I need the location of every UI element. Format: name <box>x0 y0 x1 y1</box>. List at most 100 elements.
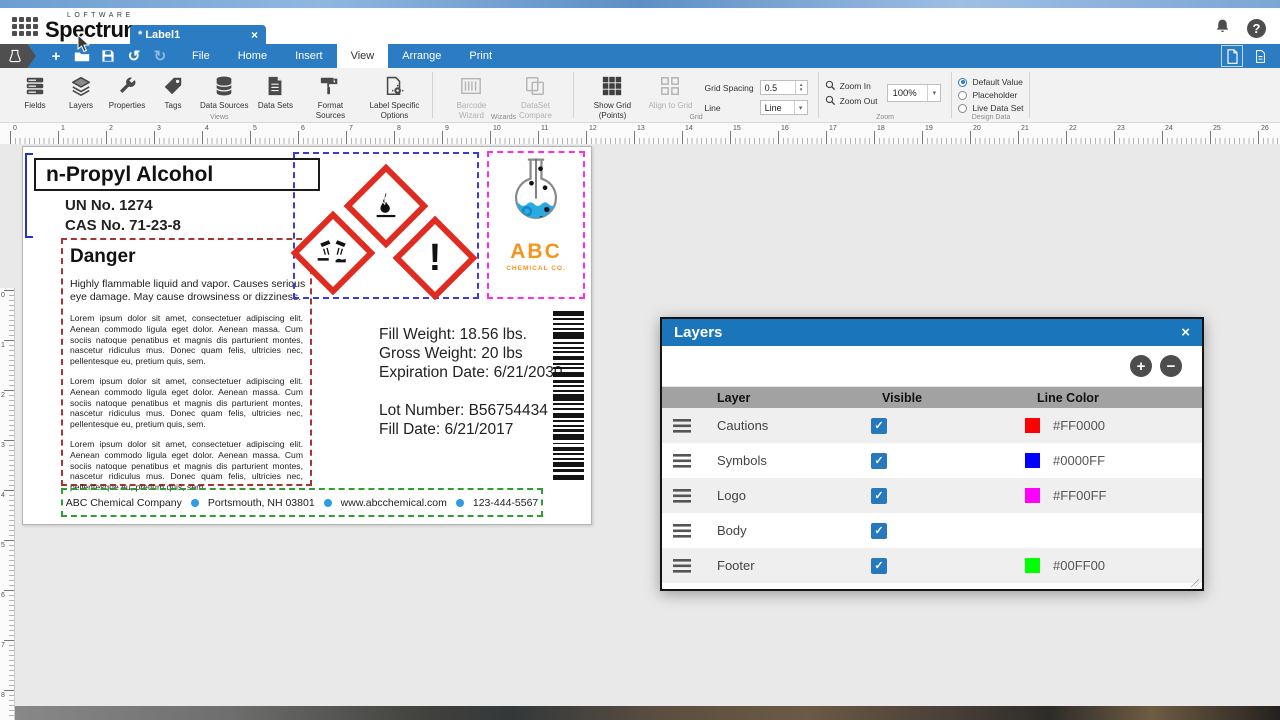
bullet-dot-icon <box>191 499 199 507</box>
remove-layer-button[interactable]: − <box>1160 355 1182 377</box>
align-to-grid-button[interactable]: Align to Grid <box>644 72 696 113</box>
layer-color-swatch[interactable] <box>1025 418 1040 433</box>
open-folder-button[interactable] <box>72 47 92 65</box>
add-layer-button[interactable]: + <box>1130 355 1152 377</box>
group-label-grid: Grid <box>574 114 817 121</box>
barcode-bar <box>553 475 584 481</box>
save-button[interactable] <box>98 47 118 65</box>
layer-name: Footer <box>702 558 867 573</box>
layer-visible-checkbox[interactable]: ✓ <box>871 523 887 539</box>
grid-spacing-input[interactable]: 0.5 ▲▼ <box>760 80 808 95</box>
spinner-arrows-icon[interactable]: ▲▼ <box>795 81 807 94</box>
fields-button-label: Fields <box>24 101 45 111</box>
data-sets-button-label: Data Sets <box>258 101 293 111</box>
layer-color-swatch[interactable] <box>1025 558 1040 573</box>
flame-icon <box>369 189 403 223</box>
undo-button[interactable]: ↺ <box>124 47 144 65</box>
notifications-bell-icon[interactable] <box>1214 17 1231 40</box>
menu-item-view[interactable]: View <box>337 44 389 68</box>
layer-color-swatch[interactable] <box>1025 488 1040 503</box>
ruler-number: 17 <box>829 125 837 132</box>
layer-name: Body <box>702 523 867 538</box>
layer-visible-checkbox[interactable]: ✓ <box>871 453 887 469</box>
ruler-number: 18 <box>877 125 885 132</box>
ruler-number: 9 <box>445 125 449 132</box>
layer-row-body[interactable]: Body ✓ <box>662 513 1202 548</box>
barcode-bar <box>553 318 584 320</box>
selection-bracket <box>25 153 33 238</box>
drag-handle-icon[interactable] <box>662 489 702 503</box>
radio-icon[interactable] <box>958 78 967 87</box>
group-separator <box>1029 72 1030 118</box>
layer-row-cautions[interactable]: Cautions✓#FF0000 <box>662 408 1202 443</box>
layer-visible-checkbox[interactable]: ✓ <box>871 488 887 504</box>
design-data-option-0[interactable]: Default Value <box>958 77 1023 87</box>
drag-handle-icon[interactable] <box>662 524 702 538</box>
menu-item-print[interactable]: Print <box>455 44 506 68</box>
layer-color-value: #FF00FF <box>1053 488 1106 503</box>
ruler-number: 4 <box>205 125 209 132</box>
line-label: Line <box>705 103 754 113</box>
drag-handle-icon[interactable] <box>662 559 702 573</box>
body-layer-region[interactable]: Fill Weight: 18.56 lbs.Gross Weight: 20 … <box>379 325 563 439</box>
document-icon-2[interactable] <box>1250 46 1270 66</box>
document-icon-1[interactable] <box>1222 46 1242 66</box>
menu-item-file[interactable]: File <box>178 44 224 68</box>
cautions-layer-region[interactable]: Danger Highly flammable liquid and vapor… <box>61 238 312 486</box>
barcode-bar <box>553 429 584 432</box>
document-tab[interactable]: * Label1 × <box>130 25 266 44</box>
design-data-option-label: Default Value <box>972 77 1022 87</box>
menu-item-home[interactable]: Home <box>224 44 281 68</box>
footer-layer-region[interactable]: ABC Chemical CompanyPortsmouth, NH 03801… <box>61 488 543 517</box>
design-data-option-1[interactable]: Placeholder <box>958 90 1023 100</box>
layer-row-logo[interactable]: Logo✓#FF00FF <box>662 478 1202 513</box>
label-title-field[interactable]: n-Propyl Alcohol <box>34 158 320 191</box>
drag-handle-icon[interactable] <box>662 454 702 468</box>
panel-resize-handle[interactable] <box>1191 579 1199 587</box>
layer-color-swatch[interactable] <box>1025 453 1040 468</box>
signal-word: Danger <box>70 246 303 268</box>
ruler-number: 24 <box>1165 125 1173 132</box>
align-grid-icon <box>659 74 681 98</box>
ruler-number: 8 <box>1 692 5 699</box>
vertical-ruler: 01234567891011 <box>0 288 15 720</box>
ruler-number: 23 <box>1117 125 1125 132</box>
barcode[interactable] <box>553 311 584 483</box>
un-cas-fields[interactable]: UN No. 1274 CAS No. 71-23-8 <box>65 196 181 236</box>
radio-icon[interactable] <box>958 104 967 113</box>
barcode-bar <box>553 367 584 369</box>
design-data-option-2[interactable]: Live Data Set <box>958 103 1023 113</box>
new-label-button[interactable]: + <box>46 47 66 65</box>
design-canvas[interactable]: 01234567891011 n-Propyl Alcohol UN No. 1… <box>0 144 1280 706</box>
radio-icon[interactable] <box>958 91 967 100</box>
zoom-level-select[interactable]: 100% ▾ <box>887 84 941 102</box>
tab-close-icon[interactable]: × <box>251 28 258 42</box>
ruler-number: 4 <box>1 492 5 499</box>
logo-subtext: CHEMICAL CO. <box>506 265 566 272</box>
line-type-select[interactable]: Line ▾ <box>760 100 808 115</box>
layer-row-symbols[interactable]: Symbols✓#0000FF <box>662 443 1202 478</box>
zoom-out-button[interactable]: Zoom Out <box>825 95 878 106</box>
menu-item-insert[interactable]: Insert <box>281 44 337 68</box>
barcode-bar <box>553 458 584 460</box>
logo-layer-region[interactable]: ABC CHEMICAL CO. <box>487 151 585 299</box>
layer-visible-checkbox[interactable]: ✓ <box>871 418 887 434</box>
redo-button[interactable]: ↻ <box>150 47 170 65</box>
layer-visible-checkbox[interactable]: ✓ <box>871 558 887 574</box>
label-sheet[interactable]: n-Propyl Alcohol UN No. 1274 CAS No. 71-… <box>22 146 592 525</box>
layer-row-footer[interactable]: Footer ✓ #00FF00 <box>662 548 1202 583</box>
screen: LOFTWARE Spectrum ? * Label1 × + <box>0 0 1280 720</box>
barcode-bar <box>553 420 584 422</box>
app-icon[interactable] <box>0 44 36 68</box>
menu-item-arrange[interactable]: Arrange <box>388 44 455 68</box>
layer-visible-cell: ✓ <box>867 523 1022 539</box>
help-icon[interactable]: ? <box>1247 19 1266 38</box>
layers-panel-titlebar[interactable]: Layers × <box>662 319 1202 346</box>
layer-color-value: #0000FF <box>1053 453 1105 468</box>
panel-close-icon[interactable]: × <box>1181 324 1190 341</box>
drag-handle-icon[interactable] <box>662 419 702 433</box>
layers-table-header: Layer Visible Line Color <box>662 387 1202 408</box>
zoom-in-button[interactable]: Zoom In <box>825 80 878 91</box>
magnifier-icon <box>825 80 836 91</box>
layer-color-value: #00FF00 <box>1053 558 1105 573</box>
